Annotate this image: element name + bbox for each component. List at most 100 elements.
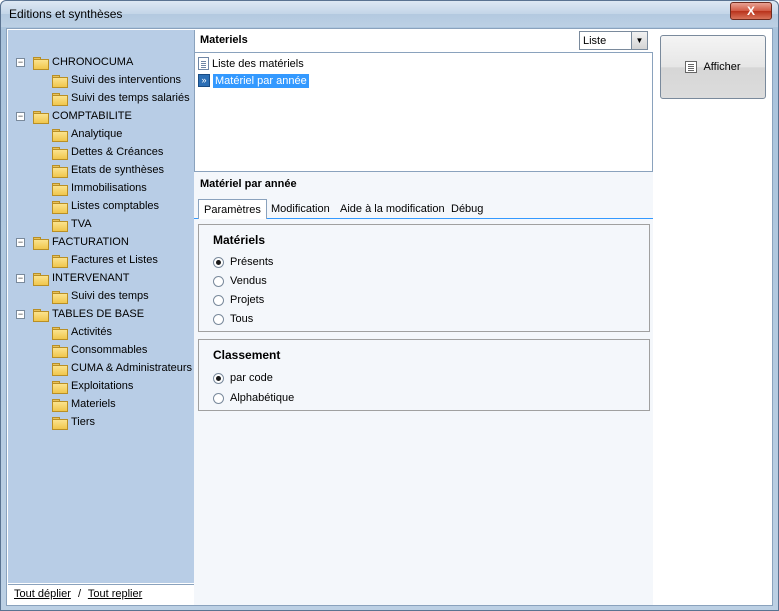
tree-item[interactable]: Activités bbox=[52, 323, 112, 341]
tree-category[interactable]: − CHRONOCUMA bbox=[16, 53, 133, 71]
folder-icon bbox=[33, 110, 49, 124]
tree-label: Suivi des temps bbox=[71, 290, 149, 302]
tree-item[interactable]: Suivi des temps salariés bbox=[52, 89, 190, 107]
tab-aide-modification[interactable]: Aide à la modification bbox=[335, 199, 450, 219]
folder-icon bbox=[33, 56, 49, 70]
close-button[interactable]: X bbox=[730, 2, 772, 20]
tree-item[interactable]: Analytique bbox=[52, 125, 122, 143]
afficher-label: Afficher bbox=[703, 61, 741, 73]
collapse-icon[interactable]: − bbox=[16, 309, 25, 319]
report-list: Liste des matériels » Matériel par année bbox=[194, 52, 653, 172]
report-icon bbox=[685, 61, 698, 73]
folder-icon bbox=[52, 326, 68, 340]
tab-debug[interactable]: Débug bbox=[446, 199, 488, 219]
expand-all-link[interactable]: Tout déplier bbox=[14, 588, 71, 600]
radio-label: Projets bbox=[230, 294, 265, 306]
tree-label: COMPTABILITE bbox=[52, 110, 132, 122]
tree-item[interactable]: Materiels bbox=[52, 395, 116, 413]
tree-category[interactable]: − TABLES DE BASE bbox=[16, 305, 144, 323]
folder-icon bbox=[52, 362, 68, 376]
tree-label: Immobilisations bbox=[71, 182, 147, 194]
radio-label: Vendus bbox=[230, 275, 267, 287]
folder-icon bbox=[52, 398, 68, 412]
list-item-materiel-par-annee[interactable]: » Matériel par année bbox=[198, 73, 309, 88]
tree-label: Exploitations bbox=[71, 380, 134, 392]
tree-label: FACTURATION bbox=[52, 236, 129, 248]
tree-label: Materiels bbox=[71, 398, 116, 410]
folder-icon bbox=[52, 128, 68, 142]
radio-button[interactable] bbox=[213, 313, 224, 325]
tree-label: CUMA & Administrateurs bbox=[71, 362, 193, 374]
radio-button[interactable] bbox=[213, 256, 224, 268]
collapse-icon[interactable]: − bbox=[16, 57, 25, 67]
folder-icon bbox=[52, 74, 68, 88]
tree-item[interactable]: Exploitations bbox=[52, 377, 133, 395]
collapse-icon[interactable]: − bbox=[16, 273, 25, 283]
folder-icon bbox=[52, 254, 68, 268]
radio-button[interactable] bbox=[213, 392, 224, 404]
radio-projets[interactable]: Projets bbox=[213, 292, 264, 308]
radio-button[interactable] bbox=[213, 294, 224, 306]
tree-label: Suivi des interventions bbox=[71, 74, 182, 86]
radio-presents[interactable]: Présents bbox=[213, 254, 273, 270]
tree-item[interactable]: Tiers bbox=[52, 413, 95, 431]
tree-category[interactable]: − FACTURATION bbox=[16, 233, 129, 251]
folder-icon bbox=[52, 164, 68, 178]
tree-item[interactable]: CUMA & Administrateurs bbox=[52, 359, 192, 377]
radio-label: par code bbox=[230, 372, 273, 384]
folder-icon bbox=[52, 218, 68, 232]
tree-item[interactable]: Dettes & Créances bbox=[52, 143, 163, 161]
chevron-down-icon[interactable]: ▼ bbox=[631, 32, 647, 49]
tree-item[interactable]: Immobilisations bbox=[52, 179, 147, 197]
tree-category[interactable]: − COMPTABILITE bbox=[16, 107, 132, 125]
radio-label: Tous bbox=[230, 313, 254, 325]
list-item-liste-materiels[interactable]: Liste des matériels bbox=[198, 56, 304, 71]
tree-item[interactable]: Factures et Listes bbox=[52, 251, 158, 269]
window: Editions et synthèses X − CHRONOCUMA Suivi… bbox=[0, 0, 779, 611]
tree-item[interactable]: Consommables bbox=[52, 341, 147, 359]
detail-tabs: Paramètres Modification Aide à la modifi… bbox=[194, 197, 653, 220]
folder-icon bbox=[52, 92, 68, 106]
parametres-panel: Matériels Présents Vendus Projets Tous C… bbox=[194, 219, 653, 605]
folder-icon bbox=[52, 200, 68, 214]
radio-button[interactable] bbox=[213, 275, 224, 287]
classement-group-title: Classement bbox=[213, 348, 281, 362]
radio-vendus[interactable]: Vendus bbox=[213, 273, 267, 289]
tree-label: TABLES DE BASE bbox=[52, 308, 145, 320]
tree-item[interactable]: Suivi des interventions bbox=[52, 71, 181, 89]
tree-category[interactable]: − INTERVENANT bbox=[16, 269, 129, 287]
collapse-icon[interactable]: − bbox=[16, 111, 25, 121]
classement-group: Classement par code Alphabétique bbox=[198, 339, 650, 411]
tree-label: Factures et Listes bbox=[71, 254, 158, 266]
detail-title: Matériel par année bbox=[194, 172, 653, 197]
tree-item[interactable]: Etats de synthèses bbox=[52, 161, 164, 179]
folder-icon bbox=[33, 308, 49, 322]
tree-item[interactable]: Listes comptables bbox=[52, 197, 159, 215]
radio-par-code[interactable]: par code bbox=[213, 370, 273, 386]
folder-icon bbox=[52, 344, 68, 358]
window-title: Editions et synthèses bbox=[9, 7, 123, 21]
folder-icon bbox=[52, 146, 68, 160]
title-bar: Editions et synthèses X bbox=[1, 1, 778, 27]
tree-label: Tiers bbox=[71, 416, 96, 428]
tree-item[interactable]: TVA bbox=[52, 215, 92, 233]
tree-item[interactable]: Suivi des temps bbox=[52, 287, 149, 305]
collapse-all-link[interactable]: Tout replier bbox=[88, 588, 142, 600]
radio-button[interactable] bbox=[213, 372, 224, 384]
tree-label: Etats de synthèses bbox=[71, 164, 164, 176]
radio-tous[interactable]: Tous bbox=[213, 311, 253, 327]
radio-alphabetique[interactable]: Alphabétique bbox=[213, 390, 294, 406]
folder-icon bbox=[52, 416, 68, 430]
materiels-group: Matériels Présents Vendus Projets Tous bbox=[198, 224, 650, 332]
list-title: Materiels bbox=[200, 34, 248, 46]
close-icon: X bbox=[746, 4, 755, 18]
view-select[interactable]: Liste ▼ bbox=[579, 31, 648, 50]
folder-icon bbox=[33, 236, 49, 250]
tree-label: Analytique bbox=[71, 128, 123, 140]
collapse-icon[interactable]: − bbox=[16, 237, 25, 247]
tab-modification[interactable]: Modification bbox=[266, 199, 335, 219]
tree-label: Activités bbox=[71, 326, 112, 338]
report-tree: − CHRONOCUMA Suivi des interventions Suivi … bbox=[8, 30, 195, 583]
afficher-button[interactable]: Afficher bbox=[660, 35, 766, 99]
tab-parametres[interactable]: Paramètres bbox=[198, 199, 267, 220]
